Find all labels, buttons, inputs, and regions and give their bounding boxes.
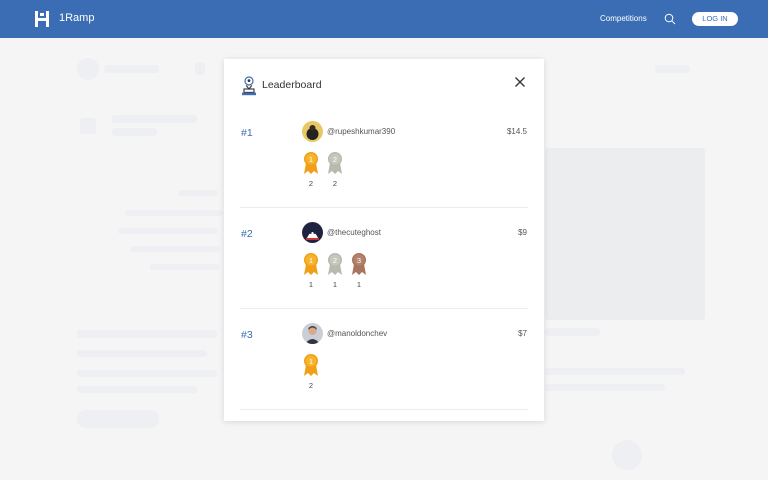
close-icon[interactable]: [514, 76, 526, 88]
medal-count: 2: [308, 381, 314, 390]
login-button[interactable]: LOG IN: [692, 12, 738, 26]
gold-medal-icon: 1: [304, 253, 318, 275]
search-icon[interactable]: [664, 13, 676, 25]
row-divider: [240, 308, 528, 309]
top-navbar: 1Ramp Competitions LOG IN: [0, 0, 768, 38]
avatar[interactable]: [302, 323, 323, 344]
brand-name[interactable]: 1Ramp: [59, 12, 94, 24]
trophy-user-icon: [242, 76, 256, 96]
rank-label: #3: [241, 329, 253, 341]
medal-rank-number: 2: [333, 256, 337, 265]
avatar[interactable]: [302, 121, 323, 142]
medal-rank-number: 3: [357, 256, 361, 265]
gold-medal-icon: 1: [304, 152, 318, 174]
rank-label: #2: [241, 228, 253, 240]
row-divider: [240, 207, 528, 208]
row-divider: [240, 409, 528, 410]
medal-count: 1: [308, 280, 314, 289]
username-link[interactable]: @thecuteghost: [327, 228, 381, 237]
prize-amount: $14.5: [506, 127, 527, 136]
silver-medal-icon: 2: [328, 253, 342, 275]
nav-competitions-link[interactable]: Competitions: [600, 14, 647, 23]
rank-label: #1: [241, 127, 253, 139]
modal-title: Leaderboard: [262, 79, 322, 91]
prize-amount: $7: [518, 329, 527, 338]
username-link[interactable]: @rupeshkumar390: [327, 127, 395, 136]
medal-rank-number: 1: [309, 155, 313, 164]
medal-rank-number: 1: [309, 256, 313, 265]
medal-count: 2: [308, 179, 314, 188]
medal-count: 1: [332, 280, 338, 289]
username-link[interactable]: @manoldonchev: [327, 329, 387, 338]
bronze-medal-icon: 3: [352, 253, 366, 275]
avatar[interactable]: [302, 222, 323, 243]
1ramp-logo-icon[interactable]: [35, 11, 49, 27]
silver-medal-icon: 2: [328, 152, 342, 174]
medal-rank-number: 2: [333, 155, 337, 164]
leaderboard-modal: Leaderboard #1 @rupeshkumar390 $14.5 1 2: [224, 59, 544, 421]
gold-medal-icon: 1: [304, 354, 318, 376]
medal-rank-number: 1: [309, 357, 313, 366]
prize-amount: $9: [518, 228, 527, 237]
medal-count: 1: [356, 280, 362, 289]
medal-count: 2: [332, 179, 338, 188]
